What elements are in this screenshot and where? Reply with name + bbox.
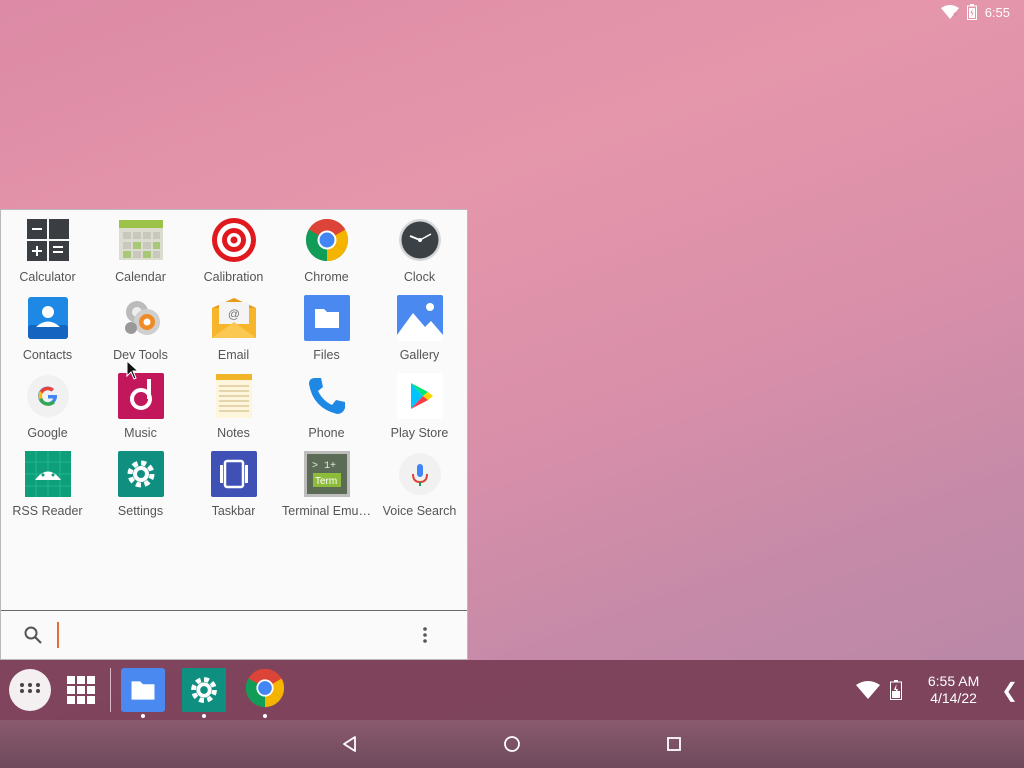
home-icon[interactable]	[502, 734, 522, 754]
settings-icon	[182, 668, 226, 712]
running-indicator	[202, 714, 206, 718]
chrome-icon	[245, 668, 285, 708]
app-label: Terminal Emu…	[282, 504, 371, 518]
running-indicator	[263, 714, 267, 718]
app-label: Settings	[117, 504, 164, 518]
app-label: Clock	[403, 270, 436, 284]
wifi-icon	[855, 681, 880, 699]
app-calculator[interactable]: Calculator	[1, 216, 94, 294]
app-terminal[interactable]: > 1+ Term Terminal Emu…	[280, 450, 373, 528]
app-drawer-icon	[20, 683, 40, 693]
app-gallery[interactable]: Gallery	[373, 294, 466, 372]
phone-icon	[303, 372, 351, 420]
app-files[interactable]: Files	[280, 294, 373, 372]
app-chrome[interactable]: Chrome	[280, 216, 373, 294]
app-music[interactable]: Music	[94, 372, 187, 450]
app-label: Gallery	[399, 348, 440, 362]
clock-date: 4/14/22	[930, 690, 977, 706]
calibration-icon	[210, 216, 258, 264]
taskbar-divider	[110, 668, 111, 712]
back-icon[interactable]	[340, 734, 360, 754]
pinned-apps	[120, 668, 288, 718]
search-input[interactable]	[57, 622, 397, 648]
wifi-icon	[940, 5, 959, 19]
status-time: 6:55	[984, 4, 1010, 20]
mouse-cursor-icon	[126, 360, 140, 380]
pinned-settings[interactable]	[181, 668, 227, 718]
app-label: Voice Search	[382, 504, 457, 518]
clock-icon	[396, 216, 444, 264]
notes-icon	[210, 372, 258, 420]
app-contacts[interactable]: Contacts	[1, 294, 94, 372]
navigation-bar	[0, 720, 1024, 768]
app-voice-search[interactable]: Voice Search	[373, 450, 466, 528]
app-label: Music	[124, 426, 157, 440]
battery-icon	[966, 4, 977, 20]
settings-icon	[117, 450, 165, 498]
start-menu-button[interactable]	[9, 669, 51, 711]
app-label: Notes	[217, 426, 250, 440]
app-notes[interactable]: Notes	[187, 372, 280, 450]
app-calibration[interactable]: Calibration	[187, 216, 280, 294]
calendar-icon	[117, 216, 165, 264]
pinned-files[interactable]	[120, 668, 166, 718]
app-label: Calibration	[203, 270, 264, 284]
app-label: Email	[217, 348, 250, 362]
app-taskbar[interactable]: Taskbar	[187, 450, 280, 528]
app-phone[interactable]: Phone	[280, 372, 373, 450]
recents-icon[interactable]	[664, 734, 684, 754]
play-store-icon	[396, 372, 444, 420]
taskbar-icon	[210, 450, 258, 498]
app-rss-reader[interactable]: RSS Reader	[1, 450, 94, 528]
recent-apps-grid-icon[interactable]	[66, 675, 96, 705]
app-play-store[interactable]: Play Store	[373, 372, 466, 450]
files-icon	[303, 294, 351, 342]
app-launcher: Calculator Calendar Calibration Chrome C	[0, 209, 468, 660]
contacts-icon	[24, 294, 72, 342]
chrome-icon	[303, 216, 351, 264]
svg-text:@: @	[227, 307, 239, 321]
app-clock[interactable]: Clock	[373, 216, 466, 294]
chevron-left-icon[interactable]: ❮	[1001, 678, 1018, 703]
app-label: Taskbar	[211, 504, 256, 518]
gallery-icon	[396, 294, 444, 342]
battery-icon	[889, 680, 902, 700]
google-icon	[24, 372, 72, 420]
email-icon: @	[210, 294, 258, 342]
rss-reader-icon	[24, 450, 72, 498]
svg-text:> 1+: > 1+	[312, 461, 336, 472]
calculator-icon	[24, 216, 72, 264]
app-label: Calculator	[19, 270, 76, 284]
app-calendar[interactable]: Calendar	[94, 216, 187, 294]
app-label: Phone	[308, 426, 345, 440]
app-dev-tools[interactable]: Dev Tools	[94, 294, 187, 372]
taskbar: 6:55 AM 4/14/22 ❮	[0, 660, 1024, 720]
files-icon	[121, 668, 165, 712]
taskbar-clock[interactable]: 6:55 AM 4/14/22	[928, 673, 979, 707]
svg-text:Term: Term	[315, 476, 337, 487]
launcher-search-bar	[1, 610, 467, 659]
app-label: Chrome	[304, 270, 349, 284]
more-options-icon[interactable]	[415, 625, 435, 645]
voice-search-icon	[396, 450, 444, 498]
app-label: RSS Reader	[12, 504, 83, 518]
dev-tools-icon	[117, 294, 165, 342]
search-icon	[24, 626, 42, 644]
terminal-icon: > 1+ Term	[303, 450, 351, 498]
app-label: Contacts	[22, 348, 73, 362]
clock-time: 6:55 AM	[927, 673, 980, 689]
music-icon	[117, 372, 165, 420]
app-grid: Calculator Calendar Calibration Chrome C	[1, 210, 467, 528]
app-email[interactable]: @ Email	[187, 294, 280, 372]
app-label: Google	[27, 426, 68, 440]
app-label: Calendar	[115, 270, 166, 284]
pinned-chrome[interactable]	[242, 668, 288, 718]
app-google[interactable]: Google	[1, 372, 94, 450]
app-settings[interactable]: Settings	[94, 450, 187, 528]
running-indicator	[141, 714, 145, 718]
app-label: Dev Tools	[113, 348, 168, 362]
app-label: Files	[313, 348, 340, 362]
status-bar: 6:55	[824, 0, 1024, 24]
app-label: Play Store	[390, 426, 449, 440]
